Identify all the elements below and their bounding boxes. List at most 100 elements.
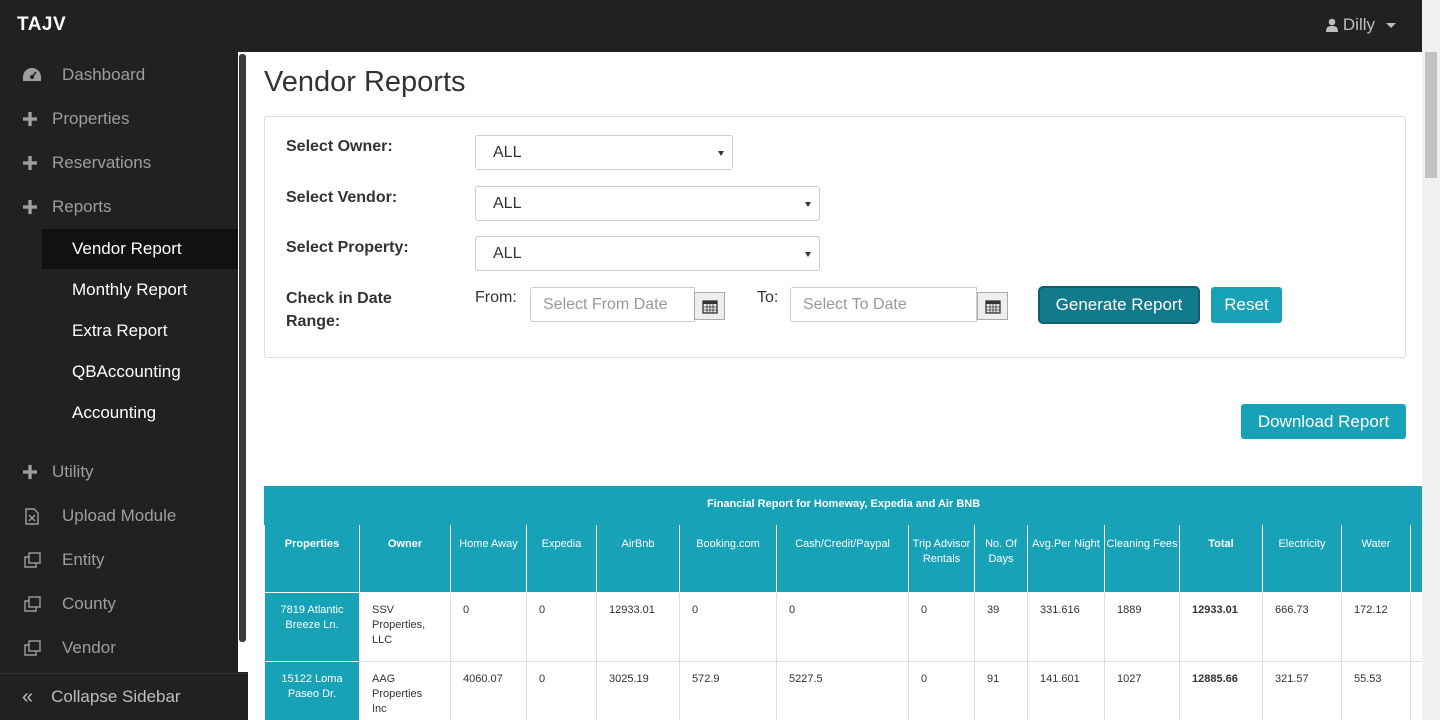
sidebar-subitem-extra-report[interactable]: Extra Report xyxy=(42,311,238,351)
column-header: Owner xyxy=(359,524,451,593)
table-caption-row: Financial Report for Homeway, Expedia an… xyxy=(264,486,1422,525)
dropdown-arrow-icon xyxy=(718,151,724,156)
column-header: Home Away xyxy=(450,524,527,593)
clone-icon xyxy=(21,594,43,614)
sidebar-scrollbar[interactable] xyxy=(238,52,248,672)
sidebar-item-vendor[interactable]: Vendor xyxy=(0,628,238,668)
user-menu[interactable]: Dilly xyxy=(1325,15,1396,35)
plus-icon xyxy=(19,462,41,482)
file-excel-icon xyxy=(21,506,43,526)
table-cell: 0 xyxy=(908,592,975,662)
collapse-sidebar-button[interactable]: « Collapse Sidebar xyxy=(0,673,248,720)
scrollbar-thumb[interactable] xyxy=(1425,52,1437,178)
filter-panel: Select Owner: ALL Select Vendor: ALL Sel… xyxy=(264,116,1406,358)
user-name: Dilly xyxy=(1342,15,1375,34)
chevron-down-icon xyxy=(1386,22,1396,28)
report-table-container: Financial Report for Homeway, Expedia an… xyxy=(264,486,1422,720)
vendor-label: Select Vendor: xyxy=(286,189,398,206)
sidebar-subitem-accounting[interactable]: Accounting xyxy=(42,393,238,433)
table-cell: 12933.01 xyxy=(596,592,680,662)
owner-select[interactable]: ALL xyxy=(475,135,733,170)
table-cell: AAG Properties Inc xyxy=(359,661,451,720)
table-row: 7819 Atlantic Breeze Ln. SSV Properties,… xyxy=(264,592,1422,662)
table-cell: 331.616 xyxy=(1027,592,1105,662)
sidebar-subitem-vendor-report[interactable]: Vendor Report xyxy=(42,229,238,269)
table-cell: 0 xyxy=(526,592,597,662)
table-cell: 1027 xyxy=(1104,661,1180,720)
from-label: From: xyxy=(475,289,517,306)
column-header: Water xyxy=(1341,524,1411,593)
table-cell: 3025.19 xyxy=(596,661,680,720)
table-cell: 0 xyxy=(450,592,527,662)
table-header-row: Properties Owner Home Away Expedia AirBn… xyxy=(264,524,1422,593)
sidebar-item-reports[interactable]: Reports xyxy=(0,187,238,227)
table-cell: 55.53 xyxy=(1341,661,1411,720)
column-header xyxy=(1409,524,1422,593)
table-cell xyxy=(1409,592,1422,662)
table-row: 15122 Loma Paseo Dr. AAG Properties Inc … xyxy=(264,661,1422,720)
clone-icon xyxy=(21,638,43,658)
sidebar-item-properties[interactable]: Properties xyxy=(0,99,238,139)
table-cell: 172.12 xyxy=(1341,592,1411,662)
to-calendar-button[interactable] xyxy=(977,292,1008,320)
table-cell: 12933.01 xyxy=(1179,592,1263,662)
plus-icon xyxy=(19,109,41,129)
download-report-button[interactable]: Download Report xyxy=(1241,404,1406,439)
brand-logo[interactable]: TAJV xyxy=(17,14,66,36)
table-cell xyxy=(1409,661,1422,720)
double-chevron-left-icon: « xyxy=(22,685,34,708)
clone-icon xyxy=(21,550,43,570)
page-scrollbar[interactable] xyxy=(1422,0,1440,720)
table-cell: 572.9 xyxy=(679,661,777,720)
table-cell: 666.73 xyxy=(1262,592,1342,662)
owner-label: Select Owner: xyxy=(286,138,393,155)
table-cell: 91 xyxy=(974,661,1028,720)
table-cell: 39 xyxy=(974,592,1028,662)
to-label: To: xyxy=(757,289,779,306)
table-caption: Financial Report for Homeway, Expedia an… xyxy=(264,486,1422,525)
table-cell: 0 xyxy=(679,592,777,662)
generate-report-button[interactable]: Generate Report xyxy=(1040,288,1198,322)
table-cell: 141.601 xyxy=(1027,661,1105,720)
table-cell: 0 xyxy=(526,661,597,720)
table-cell: 15122 Loma Paseo Dr. xyxy=(264,661,360,720)
from-date-input[interactable] xyxy=(530,287,695,322)
property-select[interactable]: ALL xyxy=(475,236,820,271)
column-header: AirBnb xyxy=(596,524,680,593)
column-header: Trip Advisor Rentals xyxy=(908,524,975,593)
column-header: Electricity xyxy=(1262,524,1342,593)
reset-button[interactable]: Reset xyxy=(1211,287,1282,323)
plus-icon xyxy=(19,197,41,217)
date-range-label: Check in Date Range: xyxy=(286,290,392,330)
dropdown-arrow-icon xyxy=(805,202,811,207)
sidebar-subitem-monthly-report[interactable]: Monthly Report xyxy=(42,270,238,310)
column-header: No. Of Days xyxy=(974,524,1028,593)
report-table: Financial Report for Homeway, Expedia an… xyxy=(264,486,1422,720)
sidebar-item-reservations[interactable]: Reservations xyxy=(0,143,238,183)
sidebar-item-entity[interactable]: Entity xyxy=(0,540,238,580)
from-calendar-button[interactable] xyxy=(694,292,725,320)
top-navbar: TAJV Dilly xyxy=(0,0,1440,52)
to-date-input[interactable] xyxy=(790,287,977,322)
sidebar-item-county[interactable]: County xyxy=(0,584,238,624)
sidebar-item-utility[interactable]: Utility xyxy=(0,452,238,492)
table-cell: 0 xyxy=(908,661,975,720)
table-cell: 12885.66 xyxy=(1179,661,1263,720)
column-header: Cash/Credit/Paypal xyxy=(776,524,909,593)
column-header: Booking.com xyxy=(679,524,777,593)
dashboard-icon xyxy=(21,65,43,85)
calendar-icon xyxy=(701,299,718,314)
table-cell: SSV Properties, LLC xyxy=(359,592,451,662)
table-cell: 0 xyxy=(776,592,909,662)
dropdown-arrow-icon xyxy=(805,252,811,257)
vendor-select[interactable]: ALL xyxy=(475,186,820,221)
sidebar-item-dashboard[interactable]: Dashboard xyxy=(0,55,238,95)
main-content: Vendor Reports Select Owner: ALL Select … xyxy=(248,52,1422,720)
table-cell: 1889 xyxy=(1104,592,1180,662)
table-cell: 7819 Atlantic Breeze Ln. xyxy=(264,592,360,662)
sidebar-subitem-qbaccounting[interactable]: QBAccounting xyxy=(42,352,238,392)
sidebar-item-upload-module[interactable]: Upload Module xyxy=(0,496,238,536)
page-title: Vendor Reports xyxy=(264,66,466,98)
column-header: Properties xyxy=(264,524,360,593)
column-header: Total xyxy=(1179,524,1263,593)
